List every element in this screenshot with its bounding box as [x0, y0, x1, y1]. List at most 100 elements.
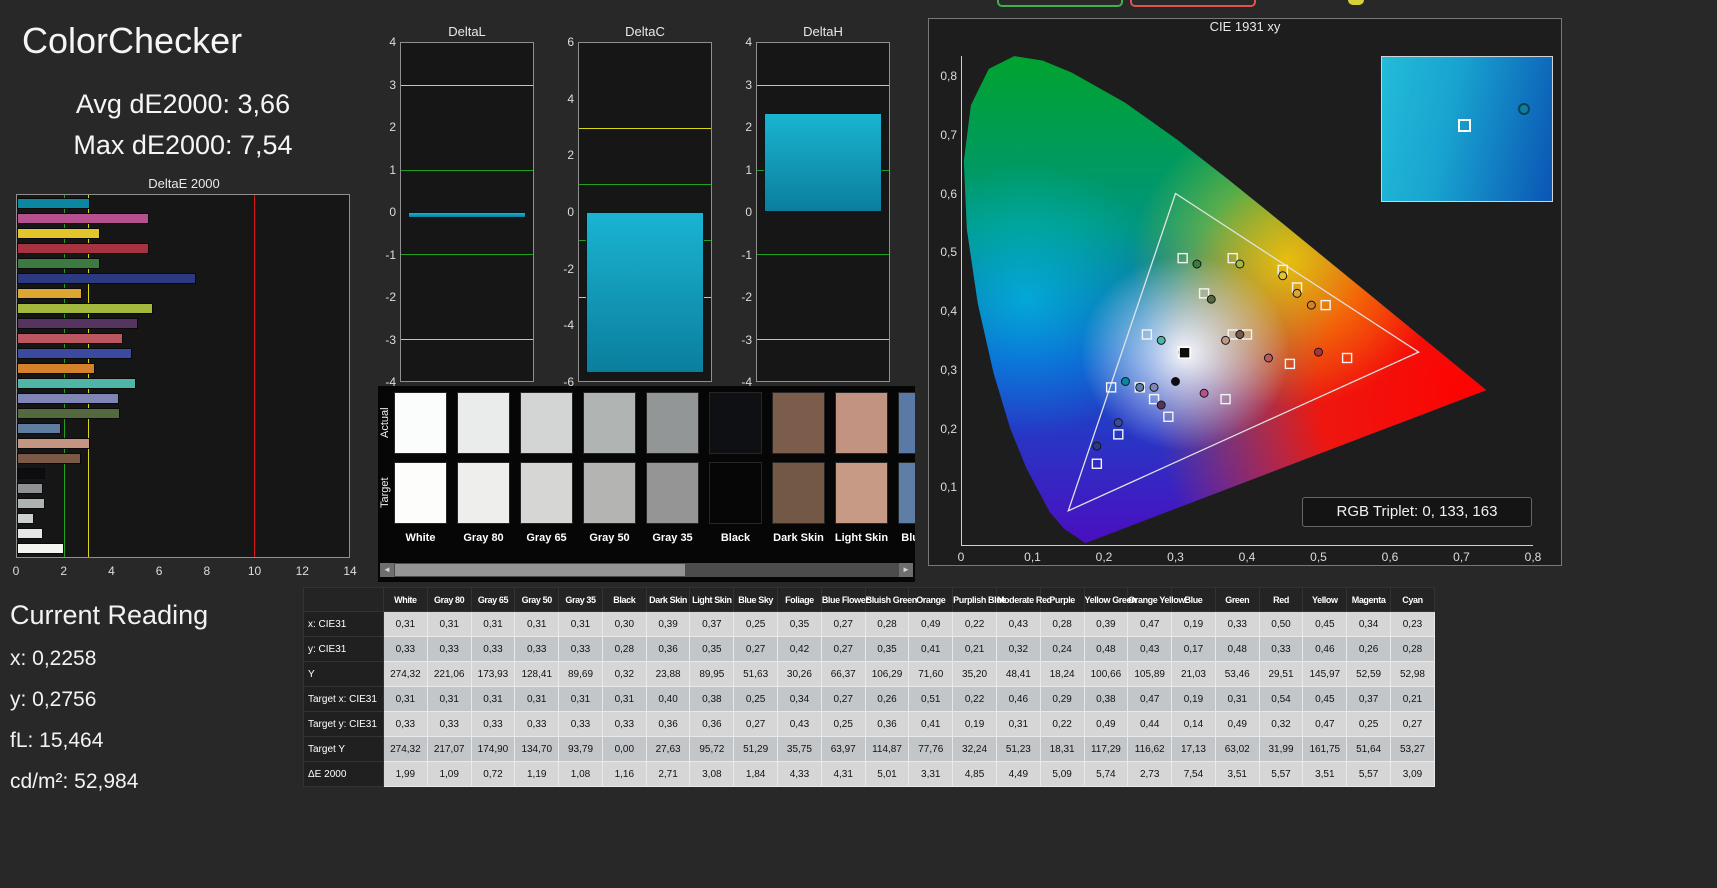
deltae2000-chart-title: DeltaE 2000	[148, 176, 220, 191]
table-cell: 21,03	[1171, 661, 1216, 687]
table-cell: 174,90	[470, 736, 516, 762]
cie-y-tick-label: 0,1	[940, 480, 957, 495]
table-cell: 3,31	[908, 761, 954, 787]
column-header: Red	[1258, 587, 1304, 612]
table-cell: 0,33	[514, 636, 560, 662]
cropped-button-fragment-yellow[interactable]	[1348, 0, 1364, 5]
row-label: Target x: CIE31	[303, 686, 384, 712]
column-header: Foliage	[777, 587, 822, 612]
table-cell: 0,31	[558, 611, 603, 637]
patch-actual	[520, 392, 573, 454]
patch-target	[646, 462, 699, 524]
deltae-bar	[17, 513, 35, 524]
y-tick-label: 2	[745, 120, 752, 134]
table-cell: 51,64	[1346, 736, 1391, 762]
deltae-x-tick-label: 10	[247, 564, 262, 578]
table-cell: 221,06	[426, 661, 472, 687]
deltae-bar	[17, 258, 101, 269]
cie-measured-point	[1199, 388, 1209, 398]
table-cell: 0,32	[1258, 711, 1304, 737]
table-cell: 0,26	[864, 686, 910, 712]
table-cell: 0,33	[383, 711, 428, 737]
patch-target	[709, 462, 762, 524]
scrollbar-thumb[interactable]	[395, 564, 685, 576]
table-cell: 0,54	[1258, 686, 1304, 712]
table-cell: 63,97	[820, 736, 866, 762]
table-cell: 4,33	[777, 761, 822, 787]
table-cell: 93,79	[558, 736, 603, 762]
table-cell: 0,36	[864, 711, 910, 737]
table-cell: 0,44	[1127, 711, 1173, 737]
threshold-line	[401, 338, 533, 340]
table-cell: 0,31	[426, 686, 472, 712]
scroll-right-arrow-icon[interactable]: ►	[899, 563, 913, 577]
table-cell: 53,27	[1389, 736, 1436, 762]
table-cell: 0,28	[864, 611, 910, 637]
column-header: Cyan	[1389, 587, 1436, 612]
deltae2000-plot-area	[16, 194, 350, 558]
column-header: Yellow	[1302, 587, 1348, 612]
deltae-x-tick-label: 8	[203, 564, 211, 578]
deltae-bar	[17, 393, 120, 404]
table-cell: 1,99	[383, 761, 428, 787]
deltae2000-chart: DeltaE 2000 0 2 4 6 8 10 12 14	[12, 176, 357, 580]
table-cell: 51,23	[995, 736, 1041, 762]
column-header: Blue Sky	[733, 587, 779, 612]
table-cell: 0,32	[601, 661, 647, 687]
deltae-x-tick-label: 14	[343, 564, 357, 578]
swatch-column: Black	[709, 386, 762, 556]
page-title: ColorChecker	[22, 20, 243, 61]
table-cell: 0,31	[514, 611, 560, 637]
table-cell: 5,09	[1039, 761, 1085, 787]
cie-x-tick-label: 0,6	[1381, 550, 1399, 564]
swatch-scrollbar[interactable]: ◄ ►	[380, 563, 913, 577]
table-cell: 0,33	[1214, 611, 1260, 637]
table-cell: 0,26	[1346, 636, 1391, 662]
table-cell: 161,75	[1302, 736, 1348, 762]
table-header: White Gray 80 Gray 65 Gray 50 Gray 35 Black Da…	[303, 587, 1436, 612]
table-cell: 0,33	[1258, 636, 1304, 662]
target-row-label: Target	[379, 477, 391, 509]
table-cell: 0,27	[820, 686, 866, 712]
table-cell: 35,20	[952, 661, 997, 687]
deltaL-y-axis: 4 3 2 1 0 -1 -2 -3 -4	[374, 35, 396, 389]
table-cell: 71,60	[908, 661, 954, 687]
scroll-left-arrow-icon[interactable]: ◄	[380, 563, 394, 577]
cie-measured-point	[1156, 400, 1166, 410]
table-cell: 0,35	[689, 636, 735, 662]
table-cell: 0,31	[383, 611, 428, 637]
deltae-bar	[17, 543, 65, 554]
column-header: Purplish Blue	[952, 587, 1006, 612]
table-cell: 0,29	[1039, 686, 1085, 712]
table-cell: 0,47	[1127, 686, 1173, 712]
patch-label: Black	[720, 532, 751, 544]
table-cell: 0,31	[601, 686, 647, 712]
table-corner-cell	[303, 587, 384, 612]
deltaL-plot-area	[400, 42, 534, 382]
table-cell: 173,93	[470, 661, 516, 687]
patch-target	[394, 462, 447, 524]
table-cell: 145,97	[1302, 661, 1348, 687]
table-row: y: CIE31 0,33 0,33 0,33 0,33 0,33 0,28 0,36 0,35…	[303, 636, 1436, 662]
cie-measured-point	[1135, 382, 1145, 392]
cie-x-tick-label: 0,5	[1310, 550, 1327, 564]
deltae-bar	[17, 423, 61, 434]
patch-label: Gray 65	[526, 532, 567, 544]
table-cell: 0,19	[952, 711, 997, 737]
table-cell: 0,35	[864, 636, 910, 662]
table-cell: 0,27	[820, 636, 866, 662]
deltae-bar	[17, 318, 138, 329]
deltaH-chart-title: DeltaH	[803, 24, 843, 39]
table-cell: 5,57	[1346, 761, 1391, 787]
cie-1931-panel: CIE 1931 xy 0,8 0,7 0,6 0,5 0,4 0,3 0,2 …	[928, 18, 1562, 566]
table-row: ΔE 2000 1,99 1,09 0,72 1,19 1,08 1,16 2,71 3,08 1…	[303, 761, 1436, 787]
cropped-button-fragment-green[interactable]	[997, 0, 1123, 7]
table-cell: 1,09	[426, 761, 472, 787]
delta-bar	[586, 212, 704, 373]
table-cell: 0,51	[908, 686, 954, 712]
reading-fl-value: fL: 15,464	[10, 729, 104, 752]
cropped-button-fragment-red[interactable]	[1130, 0, 1256, 7]
cie-measured-point	[1314, 347, 1323, 357]
deltaC-chart: DeltaC 6 4 2 0 -2 -4 -6	[552, 24, 714, 398]
column-header: Blue Flower	[820, 587, 869, 612]
